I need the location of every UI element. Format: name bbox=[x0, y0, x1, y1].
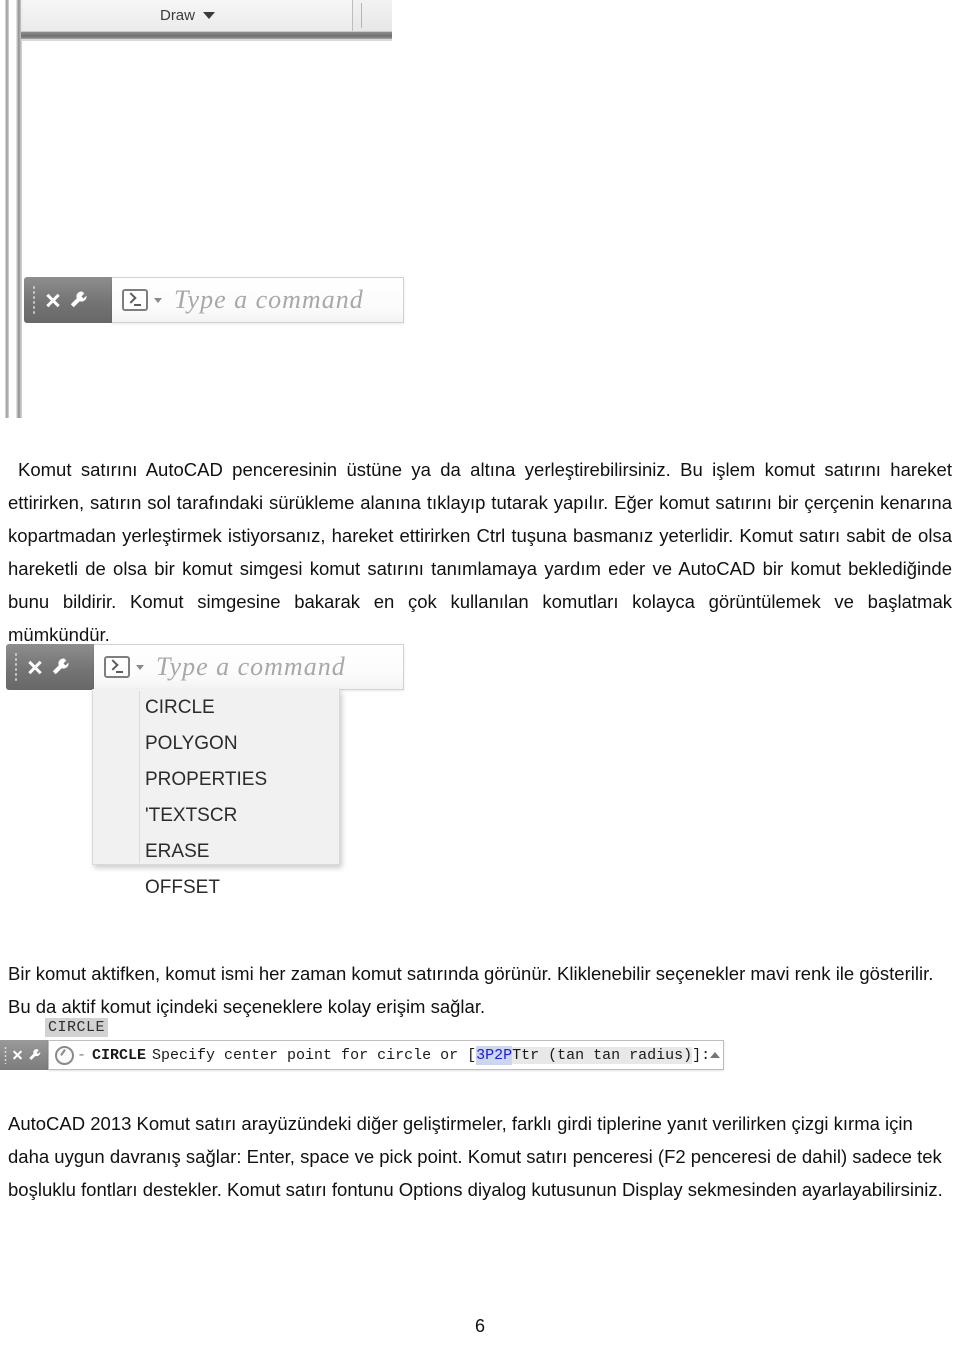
ribbon-underbar bbox=[21, 32, 392, 39]
command-line-drag-grip-3[interactable] bbox=[0, 1040, 48, 1070]
chevron-down-icon[interactable] bbox=[154, 297, 162, 303]
prompt-text-before: Specify center point for circle or [ bbox=[152, 1046, 477, 1064]
ribbon-tab-draw-label: Draw bbox=[159, 7, 195, 24]
option-2p[interactable]: 2P bbox=[494, 1045, 513, 1065]
chevron-down-icon[interactable] bbox=[136, 664, 144, 670]
command-icon-separator: - bbox=[77, 1046, 87, 1064]
command-input-box-2[interactable]: Type a command bbox=[94, 644, 404, 690]
chevron-down-icon[interactable] bbox=[203, 12, 215, 19]
ribbon-separator bbox=[361, 3, 362, 28]
figure-ribbon-commandline: Draw Type a command bbox=[0, 0, 404, 420]
circle-command-icon bbox=[55, 1045, 74, 1065]
active-command-line[interactable]: - CIRCLE Specify center point for circle… bbox=[0, 1040, 724, 1070]
ribbon-tab-draw[interactable]: Draw bbox=[23, 0, 353, 31]
command-line-widget-2[interactable]: Type a command bbox=[6, 644, 404, 690]
command-line-drag-grip[interactable] bbox=[24, 277, 112, 323]
suggestion-item-offset[interactable]: OFFSET bbox=[145, 877, 220, 899]
drawing-canvas[interactable] bbox=[21, 41, 392, 418]
drag-dots-icon bbox=[32, 285, 36, 315]
suggestion-item-circle[interactable]: CIRCLE bbox=[145, 697, 215, 719]
close-icon[interactable] bbox=[26, 659, 43, 676]
suggestion-item-textscr[interactable]: 'TEXTSCR bbox=[145, 805, 237, 827]
wrench-icon[interactable] bbox=[28, 1048, 42, 1062]
drag-dots-icon bbox=[4, 1046, 7, 1064]
command-suggestion-list[interactable]: CIRCLE POLYGON PROPERTIES 'TEXTSCR ERASE… bbox=[92, 689, 340, 898]
command-line-drag-grip-2[interactable] bbox=[6, 644, 94, 690]
option-3p[interactable]: 3P bbox=[476, 1045, 495, 1065]
paragraph-3: AutoCAD 2013 Komut satırı arayüzündeki d… bbox=[8, 1112, 943, 1200]
active-command-prompt-field[interactable]: - CIRCLE Specify center point for circle… bbox=[48, 1040, 724, 1070]
chevron-up-icon[interactable] bbox=[710, 1052, 721, 1058]
command-prompt-icon[interactable] bbox=[104, 656, 130, 678]
ribbon-panel: Draw bbox=[21, 0, 392, 418]
option-ttr[interactable]: Ttr (tan tan radius) bbox=[512, 1046, 693, 1064]
window-left-rail-outer bbox=[5, 0, 9, 418]
command-prompt-icon[interactable] bbox=[122, 289, 148, 311]
command-input-placeholder-2: Type a command bbox=[156, 652, 346, 681]
wrench-icon[interactable] bbox=[51, 657, 71, 677]
wrench-icon[interactable] bbox=[69, 290, 89, 310]
command-input-box[interactable]: Type a command bbox=[112, 277, 404, 323]
figure-circle-command: CIRCLE - CIRCLE Specify center point for… bbox=[0, 1018, 740, 1076]
drag-dots-icon bbox=[14, 652, 18, 682]
paragraph-2: Bir komut aktifken, komut ismi her zaman… bbox=[8, 962, 934, 1017]
ribbon-tab-row: Draw bbox=[21, 0, 392, 32]
prompt-text-after: ]: bbox=[692, 1046, 711, 1064]
close-icon[interactable] bbox=[44, 292, 61, 309]
figure-command-suggestions: Type a command CIRCLE POLYGON PROPERTIES… bbox=[0, 644, 420, 924]
suggestion-list-divider bbox=[139, 691, 140, 863]
suggestion-item-erase[interactable]: ERASE bbox=[145, 841, 209, 863]
active-command-name: CIRCLE bbox=[92, 1046, 147, 1064]
paragraph-1: Komut satırını AutoCAD penceresinin üstü… bbox=[8, 458, 952, 645]
command-input-placeholder: Type a command bbox=[174, 285, 364, 314]
page-number: 6 bbox=[474, 1316, 485, 1336]
circle-command-tooltip: CIRCLE bbox=[45, 1018, 109, 1037]
close-icon[interactable] bbox=[12, 1050, 23, 1061]
suggestion-item-polygon[interactable]: POLYGON bbox=[145, 733, 238, 755]
command-line-widget[interactable]: Type a command bbox=[24, 277, 404, 323]
suggestion-item-properties[interactable]: PROPERTIES bbox=[145, 769, 267, 791]
